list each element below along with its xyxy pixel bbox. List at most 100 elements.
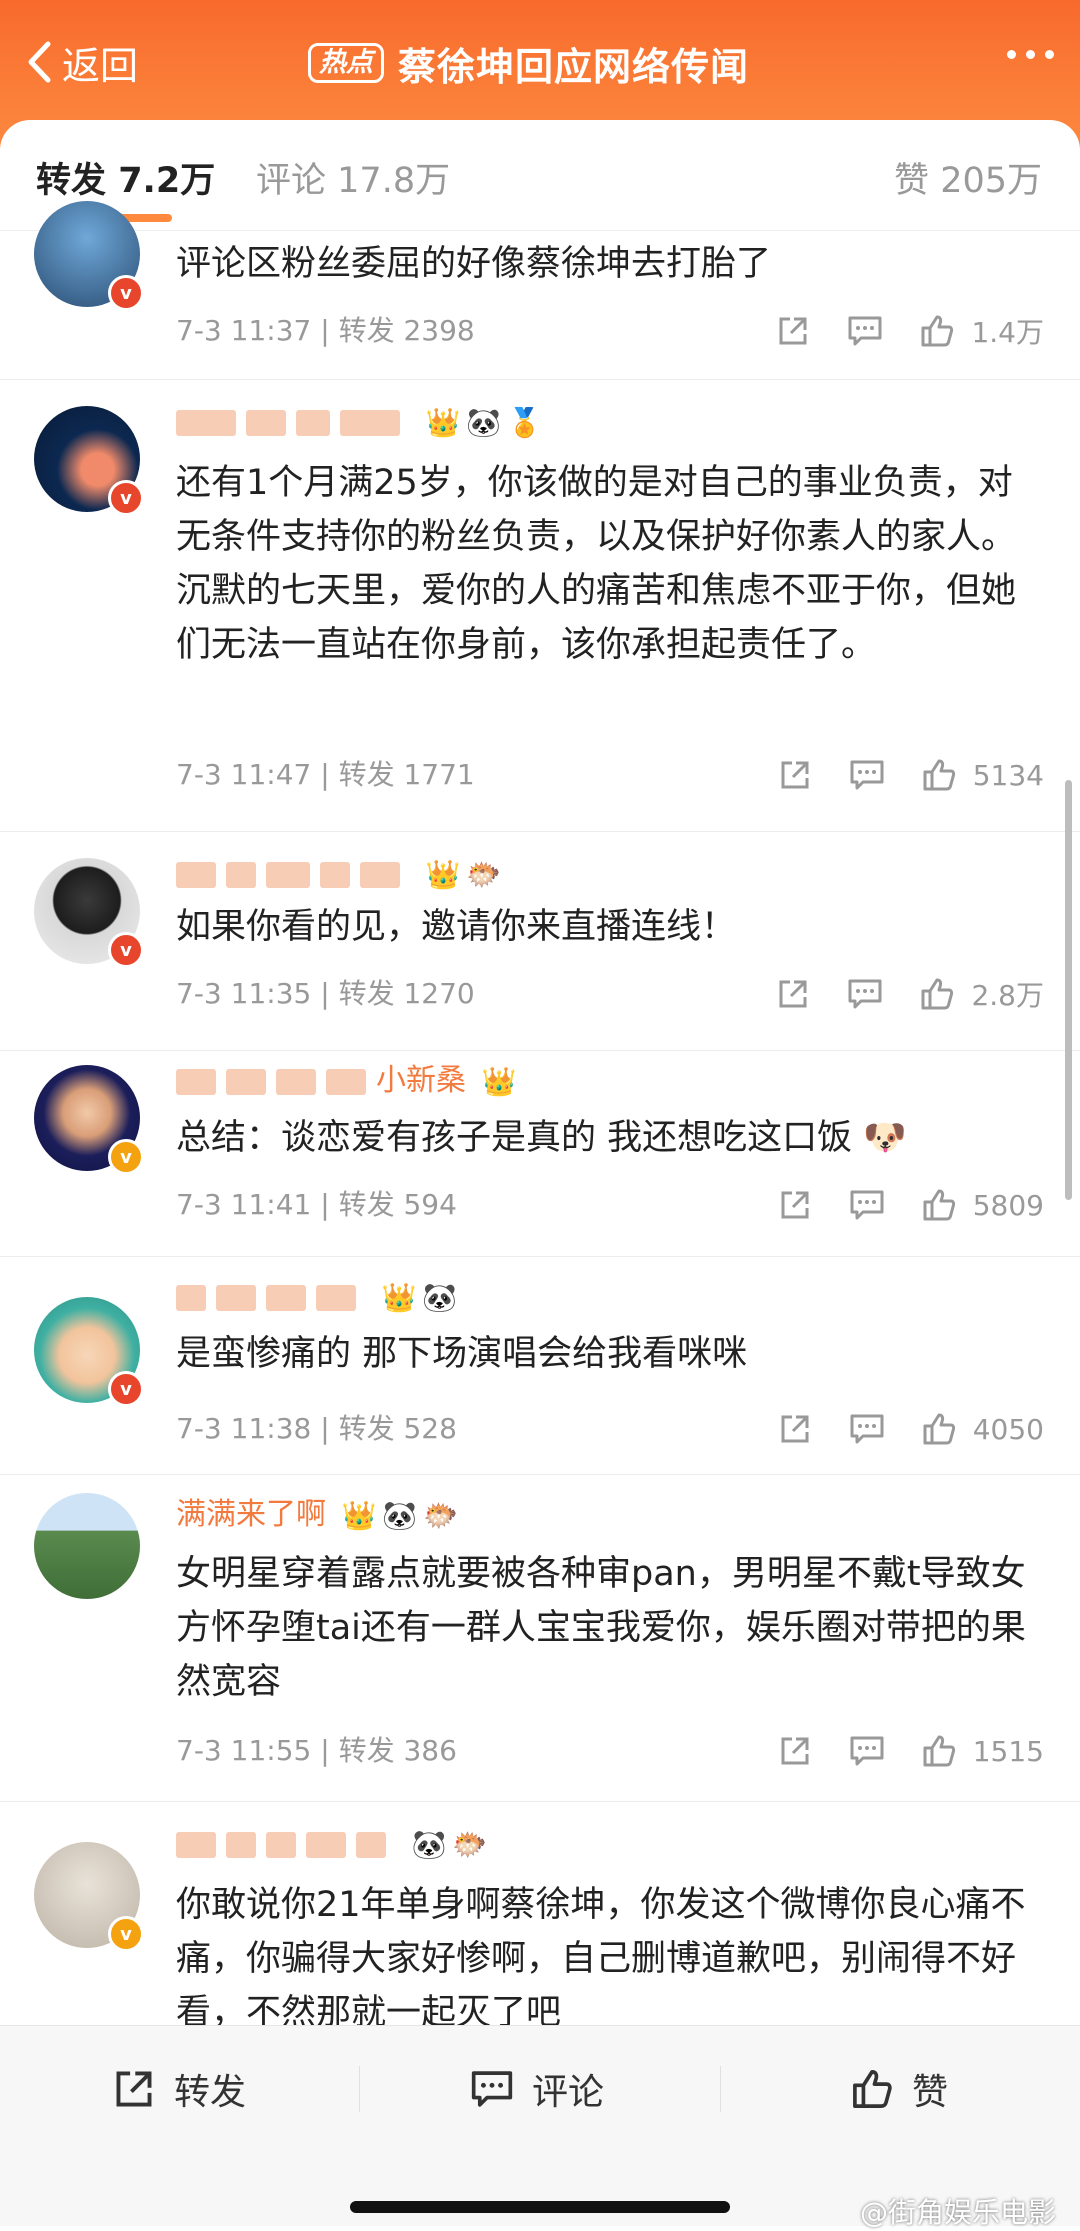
avatar[interactable]: v	[34, 858, 144, 968]
item-actions: 1.4万	[773, 311, 1044, 351]
comment-button-label: 评论	[532, 2072, 605, 2113]
item-text: 是蛮惨痛的 那下场演唱会给我看咪咪	[176, 1334, 748, 1374]
item-time: 7-3 11:38	[176, 1412, 312, 1445]
item-repost-label: 转发	[338, 977, 395, 1010]
comment-icon[interactable]	[847, 755, 887, 795]
topic-title: 热点 蔡徐坤回应网络传闻	[308, 38, 750, 89]
thumbs-up-icon	[853, 2070, 892, 2108]
share-icon	[116, 2071, 152, 2107]
back-label: 返回	[62, 43, 139, 88]
username[interactable]: 👑 🐡	[176, 854, 501, 894]
tab-comment-label: 评论	[256, 161, 327, 201]
verified-badge-icon: v	[108, 1139, 144, 1175]
avatar[interactable]	[34, 1493, 140, 1599]
comment-icon[interactable]	[847, 1731, 887, 1771]
share-icon[interactable]	[775, 1731, 815, 1771]
puffer-fish-icon: 🐡	[452, 1827, 488, 1861]
avatar[interactable]: v	[34, 406, 144, 516]
repost-button-label: 转发	[174, 2072, 247, 2113]
item-text: 评论区粉丝委屈的好像蔡徐坤去打胎了	[176, 244, 772, 284]
thumbs-up-icon[interactable]	[919, 1731, 959, 1771]
watermark-text: @街角娱乐电影	[859, 2196, 1056, 2229]
item-time: 7-3 11:55	[176, 1734, 312, 1767]
share-icon[interactable]	[775, 1185, 815, 1225]
list-item: v 👑 🐡 如果你看的见，邀请你来直播连线！ 7-3 11:35 | 转发 127…	[0, 832, 1080, 1051]
item-text: 你敢说你21年单身啊蔡徐坤，你发这个微博你良心痛不痛，你骗得大家好惨啊，自己删博…	[176, 1885, 1026, 2025]
tab-repost-count: 7.2万	[118, 161, 216, 201]
list-item: v 小新桑 👑 总结：谈恋爱有孩子是真的 我还想吃这口饭 🐶 7-3 11:41…	[0, 1051, 1080, 1257]
like-button-label: 赞	[912, 2072, 949, 2113]
share-icon[interactable]	[773, 974, 813, 1014]
username[interactable]: 🐼 🐡	[176, 1824, 487, 1864]
tab-likes-label: 赞	[894, 161, 930, 201]
username[interactable]: 👑 🐼	[176, 1277, 457, 1317]
crown-medal-icon: 👑	[425, 857, 461, 891]
avatar[interactable]: v	[34, 201, 144, 311]
item-repost-count: 1270	[403, 977, 475, 1010]
watermark: @街角娱乐电影	[860, 2191, 1056, 2231]
like-count: 5809	[972, 1188, 1044, 1222]
share-icon[interactable]	[775, 1409, 815, 1449]
thumbs-up-icon[interactable]	[917, 311, 957, 351]
crown-medal-icon: 👑	[481, 1064, 517, 1098]
crown-medal-icon: 👑	[381, 1280, 417, 1314]
thumbs-up-icon[interactable]	[919, 755, 959, 795]
item-repost-count: 528	[403, 1412, 457, 1445]
comment-icon[interactable]	[845, 311, 885, 351]
item-meta: 7-3 11:47 | 转发 1771	[176, 758, 475, 791]
username[interactable]: 满满来了啊 👑 🐼 🐡	[176, 1495, 458, 1535]
tab-comment[interactable]: 评论 17.8万	[256, 152, 450, 203]
like-count: 1515	[972, 1734, 1044, 1768]
thumbs-up-icon[interactable]	[917, 974, 957, 1014]
tab-comment-count: 17.8万	[337, 161, 451, 201]
item-meta: 7-3 11:38 | 转发 528	[176, 1412, 457, 1445]
item-repost-label: 转发	[338, 1188, 395, 1221]
item-repost-label: 转发	[338, 758, 395, 791]
list-item: v 👑 🐼 🏅 还有1个月满25岁，你该做的是对自己的事业负责，对无条件支持你的粉丝…	[0, 380, 1080, 832]
chevron-left-icon	[28, 41, 51, 83]
divider	[359, 2066, 360, 2112]
comment-button[interactable]: 评论	[470, 2064, 604, 2114]
like-count: 2.8万	[971, 979, 1044, 1012]
item-text: 还有1个月满25岁，你该做的是对自己的事业负责，对无条件支持你的粉丝负责，以及保…	[176, 463, 1017, 665]
item-time: 7-3 11:35	[176, 977, 312, 1010]
comment-icon[interactable]	[847, 1185, 887, 1225]
tab-repost[interactable]: 转发 7.2万	[36, 152, 215, 203]
item-actions: 5134	[775, 755, 1044, 795]
more-options-icon[interactable]	[1007, 50, 1054, 59]
avatar[interactable]: v	[34, 1065, 144, 1175]
like-count: 5134	[972, 758, 1044, 792]
back-button[interactable]: 返回	[26, 36, 138, 88]
crown-medal-icon: 👑	[425, 405, 461, 439]
panda-icon: 🐼	[466, 405, 502, 439]
tab-likes[interactable]: 赞 205万	[894, 152, 1042, 203]
thumbs-up-icon[interactable]	[919, 1409, 959, 1449]
tab-likes-count: 205万	[940, 161, 1042, 201]
silver-medal-icon: 🏅	[507, 405, 543, 439]
repost-button[interactable]: 转发	[112, 2064, 246, 2114]
puffer-fish-icon: 🐡	[466, 857, 502, 891]
username[interactable]: 小新桑 👑	[176, 1061, 516, 1101]
share-icon[interactable]	[773, 311, 813, 351]
like-count: 4050	[972, 1412, 1044, 1446]
tab-repost-label: 转发	[36, 161, 107, 201]
thumbs-up-icon[interactable]	[919, 1185, 959, 1225]
home-indicator[interactable]	[350, 2201, 730, 2213]
doge-emoji-icon: 🐶	[863, 1118, 907, 1158]
item-meta: 7-3 11:55 | 转发 386	[176, 1734, 457, 1767]
page-title: 蔡徐坤回应网络传闻	[398, 44, 750, 89]
item-repost-label: 转发	[338, 314, 395, 347]
avatar[interactable]: v	[34, 1842, 144, 1952]
share-icon[interactable]	[775, 755, 815, 795]
crown-medal-icon: 👑	[341, 1498, 377, 1532]
item-text-content: 总结：谈恋爱有孩子是真的 我还想吃这口饭	[176, 1118, 853, 1158]
panda-icon: 🐼	[382, 1498, 418, 1532]
like-button[interactable]: 赞	[850, 2064, 948, 2114]
avatar[interactable]: v	[34, 1297, 144, 1407]
item-actions: 2.8万	[773, 974, 1044, 1014]
username[interactable]: 👑 🐼 🏅	[176, 402, 542, 442]
item-repost-label: 转发	[338, 1734, 395, 1767]
comment-icon[interactable]	[845, 974, 885, 1014]
comment-icon[interactable]	[847, 1409, 887, 1449]
scrollbar[interactable]	[1065, 780, 1072, 1200]
